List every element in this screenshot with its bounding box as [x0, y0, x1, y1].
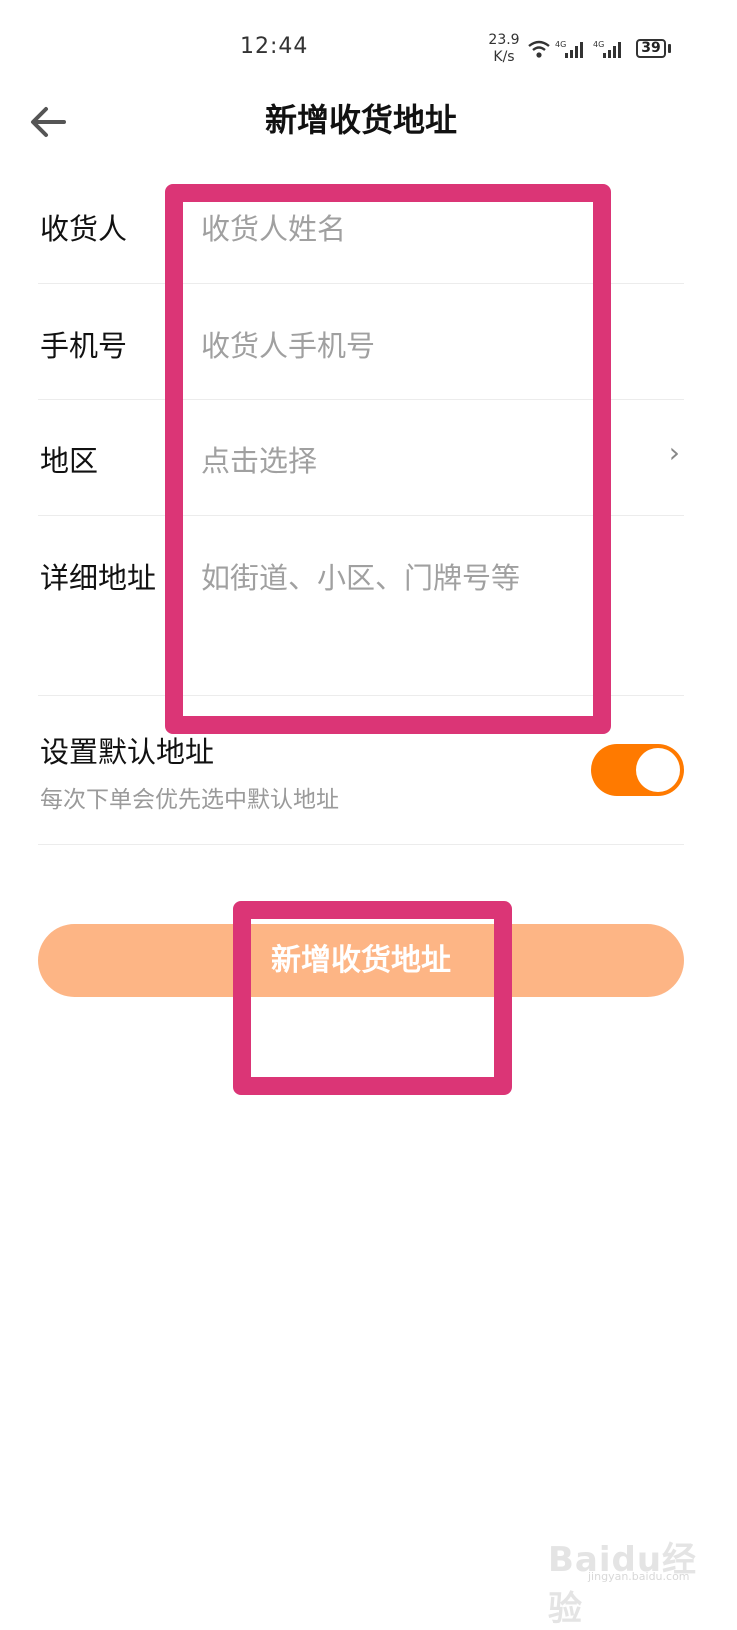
default-address-title: 设置默认地址: [40, 735, 215, 769]
status-time: 12:44: [240, 34, 309, 59]
signal-icons: 4G 4G: [528, 40, 621, 58]
back-button[interactable]: [24, 98, 72, 146]
signal-label-2: 4G: [593, 40, 604, 49]
network-speed-value: 23.9: [488, 32, 520, 48]
status-bar: 12:44 23.9 K/s 4G 4G 39: [0, 0, 737, 90]
recipient-label: 收货人: [40, 212, 128, 246]
watermark-subtext: jingyan.baidu.com: [588, 1570, 690, 1583]
arrow-left-icon: [31, 107, 66, 137]
network-speed: 23.9 K/s: [486, 32, 522, 66]
phone-row[interactable]: 手机号 收货人手机号: [38, 284, 684, 400]
recipient-name-input[interactable]: 收货人姓名: [201, 206, 346, 248]
add-address-button[interactable]: 新增收货地址: [38, 924, 684, 997]
phone-input[interactable]: 收货人手机号: [201, 323, 375, 365]
detail-address-row[interactable]: 详细地址 如街道、小区、门牌号等: [38, 516, 684, 696]
signal-label-1: 4G: [555, 40, 566, 49]
watermark-logo: Baidu经验 jingyan.baidu.com: [548, 1510, 718, 1629]
region-select[interactable]: 点击选择: [201, 438, 317, 480]
divider: [38, 844, 684, 845]
detail-address-input[interactable]: 如街道、小区、门牌号等: [201, 555, 520, 597]
toggle-knob: [636, 748, 680, 792]
region-row[interactable]: 地区 点击选择 ›: [38, 400, 684, 516]
wifi-icon: [528, 40, 550, 58]
phone-label: 手机号: [40, 329, 128, 363]
page-title: 新增收货地址: [264, 101, 457, 139]
network-speed-unit: K/s: [493, 49, 515, 65]
default-address-subtitle: 每次下单会优先选中默认地址: [40, 787, 339, 813]
cellular-signal-icon-1: 4G: [555, 40, 583, 58]
battery-icon: 39: [636, 39, 666, 58]
cellular-signal-icon-2: 4G: [593, 40, 621, 58]
detail-address-label: 详细地址: [40, 561, 157, 595]
recipient-row[interactable]: 收货人 收货人姓名: [38, 168, 684, 284]
region-label: 地区: [40, 444, 99, 478]
battery-tip: [668, 44, 671, 53]
chevron-right-icon: ›: [668, 436, 680, 469]
default-address-toggle[interactable]: [591, 744, 684, 796]
